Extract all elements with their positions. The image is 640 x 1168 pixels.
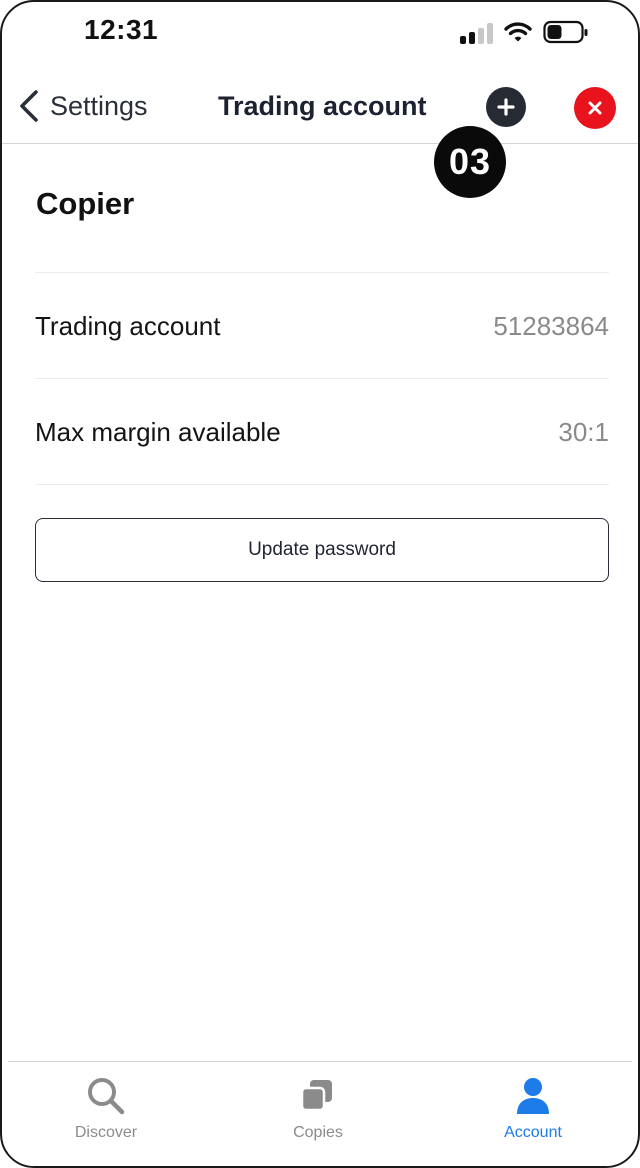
divider xyxy=(35,272,609,273)
copies-icon xyxy=(300,1080,332,1112)
section-title: Copier xyxy=(36,186,135,221)
status-time: 12:31 xyxy=(84,14,159,45)
divider xyxy=(35,484,609,485)
tab-label: Copies xyxy=(293,1124,343,1141)
update-password-button[interactable]: Update password xyxy=(35,518,609,582)
row-label: Max margin available xyxy=(35,416,281,447)
wifi-icon xyxy=(504,22,532,42)
back-button[interactable]: Settings xyxy=(14,84,148,128)
account-number: 51283864 xyxy=(493,310,609,341)
tab-copies[interactable]: Copies xyxy=(248,1062,388,1162)
trading-account-row: Trading account 51283864 xyxy=(35,296,609,356)
back-label: Settings xyxy=(50,90,148,121)
page-title: Trading account xyxy=(218,91,427,121)
status-bar: 12:31 xyxy=(2,2,638,64)
step-badge: 03 xyxy=(434,126,506,198)
tab-discover[interactable]: Discover xyxy=(36,1062,176,1162)
tab-account[interactable]: Account xyxy=(463,1062,603,1162)
max-margin-value: 30:1 xyxy=(558,416,609,447)
close-icon xyxy=(588,101,602,115)
max-margin-row: Max margin available 30:1 xyxy=(35,402,609,462)
search-icon xyxy=(88,1078,125,1115)
add-button[interactable] xyxy=(486,87,526,127)
close-button[interactable] xyxy=(574,87,616,129)
divider xyxy=(35,378,609,379)
tab-label: Discover xyxy=(74,1124,138,1141)
battery-icon xyxy=(543,20,588,44)
user-icon xyxy=(517,1078,549,1114)
nav-bar: Settings Trading account xyxy=(2,64,638,144)
chevron-left-icon xyxy=(20,90,38,122)
tab-label: Account xyxy=(504,1124,562,1141)
tab-bar: Discover Copies Account xyxy=(8,1061,632,1166)
row-label: Trading account xyxy=(35,310,221,341)
cellular-signal-icon xyxy=(460,22,494,44)
plus-icon xyxy=(497,98,515,116)
phone-frame: 12:31 Settings Trading account 03 Copier… xyxy=(0,0,640,1168)
